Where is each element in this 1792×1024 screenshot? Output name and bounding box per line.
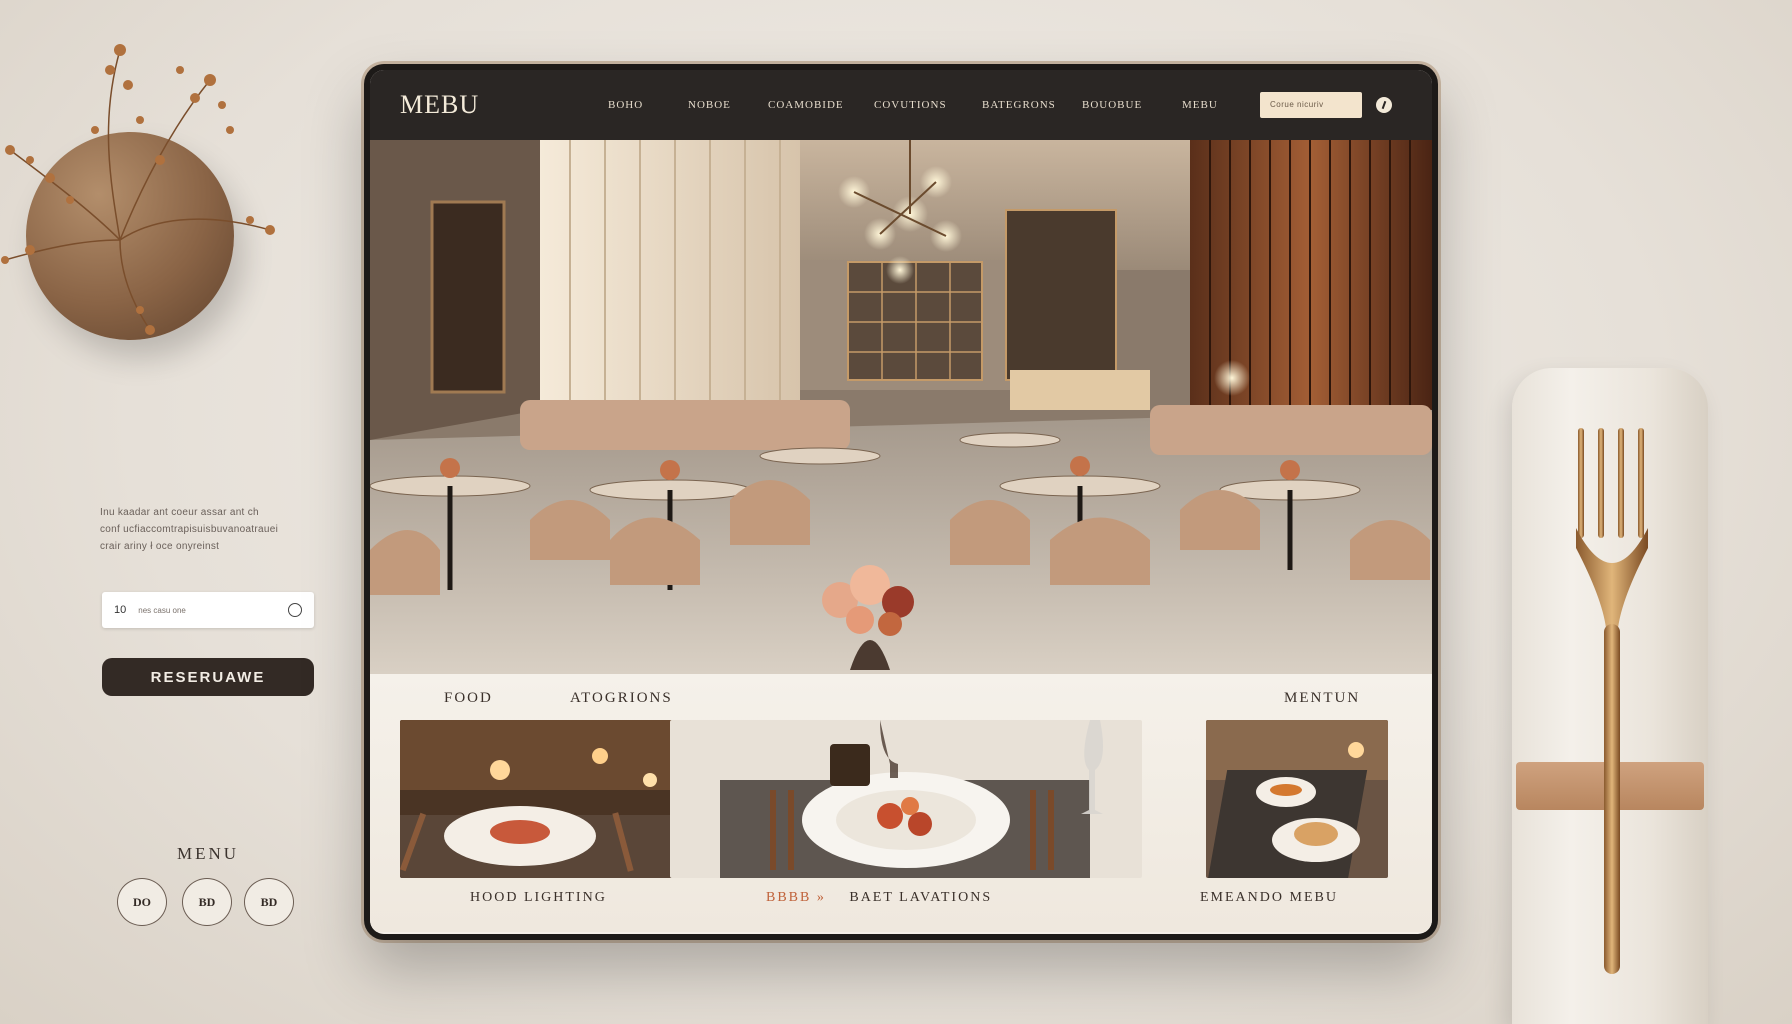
tablet-device: MEBU BOHO NOBOE COAMOBIDE COVUTIONS BATE… <box>364 64 1438 940</box>
circle-button-2[interactable]: BD <box>182 878 232 926</box>
card-label-menu[interactable]: EMEANDO MEBU <box>1200 890 1338 906</box>
nav-item-conventions[interactable]: COVUTIONS <box>874 99 982 111</box>
guest-input-field[interactable]: 10 nes casu one <box>102 592 314 628</box>
search-input[interactable]: Corue nicuriv <box>1260 92 1362 118</box>
side-description-line: conf ucfiaccomtrapisuisbuvanoatrauei <box>100 524 279 535</box>
card-image-lighting[interactable] <box>400 720 692 878</box>
main-nav: BOHO NOBOE COAMOBIDE COVUTIONS BATEGRONS… <box>608 70 1242 140</box>
card-label-lavations-text: BAET LAVATIONS <box>849 890 993 905</box>
refresh-icon[interactable] <box>288 603 302 617</box>
section-title-mentun: MENTUN <box>1284 690 1361 706</box>
nav-item-collection[interactable]: COAMOBIDE <box>768 99 874 111</box>
card-label-lighting[interactable]: HOOD LIGHTING <box>470 890 607 906</box>
site-logo[interactable]: MEBU <box>400 90 580 120</box>
guest-input-placeholder: nes casu one <box>138 605 186 615</box>
card-image-main-dish[interactable] <box>670 720 1142 878</box>
side-description: Inu kaadar ant coeur assar ant ch conf u… <box>100 504 300 555</box>
featured-section: FOOD ATOGRIONS MENTUN HOOD LIGHTING BBBB… <box>370 674 1432 932</box>
restaurant-hero-image <box>370 140 1432 674</box>
circle-button-1[interactable]: DO <box>117 878 167 926</box>
card-label-lavations-accent: BBBB » <box>766 890 826 905</box>
reserve-button[interactable]: RESERUAWE <box>102 658 314 696</box>
section-title-food: FOOD <box>444 690 493 706</box>
nav-item-menu[interactable]: MEBU <box>1182 99 1242 111</box>
nav-item-about[interactable]: NOBOE <box>688 99 768 111</box>
nav-item-home[interactable]: BOHO <box>608 99 688 111</box>
guest-count-value: 10 <box>114 604 127 616</box>
card-image-menu[interactable] <box>1206 720 1388 878</box>
site-header: MEBU BOHO NOBOE COAMOBIDE COVUTIONS BATE… <box>370 70 1432 140</box>
side-menu-heading: MENU <box>176 844 240 863</box>
nav-item-boutique[interactable]: BOUOBUE <box>1082 99 1182 111</box>
circle-button-3[interactable]: BD <box>244 878 294 926</box>
dried-flowers-decoration <box>1 44 275 335</box>
side-description-line: crair ariny ł oce onyreinst <box>100 541 220 552</box>
side-description-line: Inu kaadar ant coeur assar ant ch <box>100 507 259 518</box>
search-icon[interactable] <box>1376 97 1392 113</box>
section-title-atogrions: ATOGRIONS <box>570 690 673 706</box>
website-screen: MEBU BOHO NOBOE COAMOBIDE COVUTIONS BATE… <box>370 70 1432 934</box>
nav-item-categories[interactable]: BATEGRONS <box>982 99 1082 111</box>
fork-icon <box>1576 428 1648 974</box>
card-label-lavations[interactable]: BBBB » BAET LAVATIONS <box>766 890 992 906</box>
